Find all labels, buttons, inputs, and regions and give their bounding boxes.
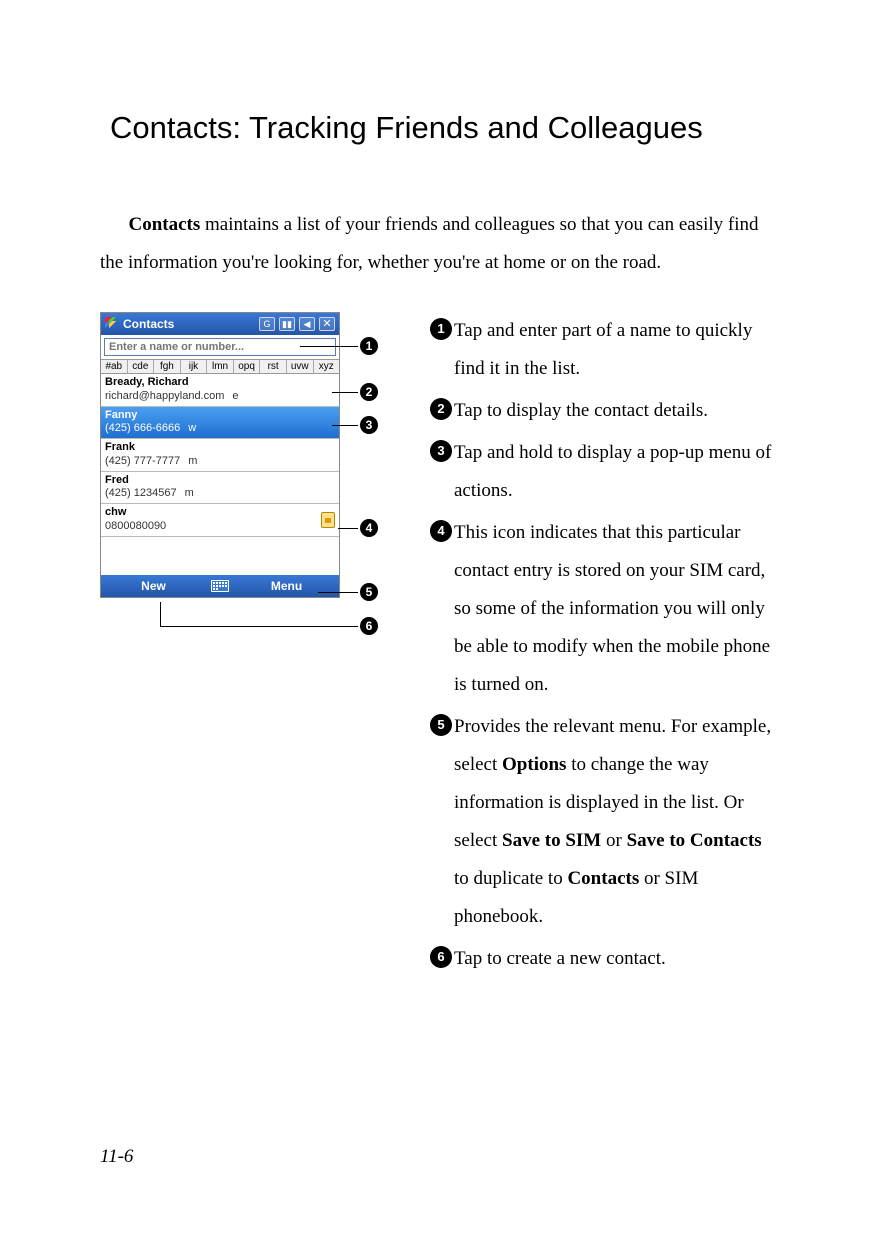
intro-bold: Contacts xyxy=(129,214,201,235)
alpha-tabbar[interactable]: #abcdefghijklmnopqrstuvwxyz xyxy=(101,359,339,374)
contact-name: Fred xyxy=(105,474,335,488)
description-number: 5 xyxy=(430,714,452,736)
description-text: Tap and hold to display a pop-up menu of… xyxy=(454,434,772,510)
contact-detail: (425) 777-7777m xyxy=(105,455,335,469)
menu-button[interactable]: Menu xyxy=(234,579,339,593)
alpha-tab[interactable]: rst xyxy=(260,360,287,373)
description-text: Tap to create a new contact. xyxy=(454,940,772,978)
callout-marker-1: 1 xyxy=(360,337,378,355)
contact-detail: (425) 1234567m xyxy=(105,487,335,501)
description-text: This icon indicates that this particular… xyxy=(454,514,772,704)
list-blank-area xyxy=(101,537,339,575)
contact-detail: 0800080090 xyxy=(105,520,335,534)
description-item: 3Tap and hold to display a pop-up menu o… xyxy=(430,434,772,510)
contacts-list: Bready, Richardrichard@happyland.comeFan… xyxy=(101,374,339,537)
titlebar: Contacts G ▮▮ ◀ ✕ xyxy=(101,313,339,335)
connection-g-icon[interactable]: G xyxy=(259,317,275,331)
description-number: 2 xyxy=(430,398,452,420)
page-number: 11-6 xyxy=(100,1146,133,1168)
contact-name: Fanny xyxy=(105,409,335,423)
description-number: 1 xyxy=(430,318,452,340)
bottom-bar: New Menu xyxy=(101,575,339,597)
close-icon[interactable]: ✕ xyxy=(319,317,335,331)
contact-row[interactable]: Bready, Richardrichard@happyland.come xyxy=(101,374,339,407)
alpha-tab[interactable]: fgh xyxy=(154,360,181,373)
search-row xyxy=(101,335,339,359)
callout-lead-5 xyxy=(318,592,358,593)
search-input[interactable] xyxy=(104,338,336,356)
description-item: 4This icon indicates that this particula… xyxy=(430,514,772,704)
callout-lead-6-h xyxy=(160,626,358,627)
contact-name: Frank xyxy=(105,441,335,455)
pocketpc-screenshot: Contacts G ▮▮ ◀ ✕ #abcdefghijklmnopqrstu… xyxy=(100,312,340,598)
description-text: Tap to display the contact details. xyxy=(454,392,772,430)
description-column: 1Tap and enter part of a name to quickly… xyxy=(430,312,772,982)
callout-lead-1 xyxy=(300,346,358,347)
contact-row[interactable]: chw0800080090 xyxy=(101,504,339,537)
callout-marker-6: 6 xyxy=(360,617,378,635)
callout-lead-2 xyxy=(332,392,358,393)
callout-marker-4: 4 xyxy=(360,519,378,537)
contact-row[interactable]: Fanny(425) 666-6666w xyxy=(101,407,339,440)
start-flag-icon[interactable] xyxy=(105,317,119,331)
alpha-tab[interactable]: lmn xyxy=(207,360,234,373)
alpha-tab[interactable]: opq xyxy=(234,360,261,373)
alpha-tab[interactable]: xyz xyxy=(314,360,340,373)
speaker-icon[interactable]: ◀ xyxy=(299,317,315,331)
contact-name: Bready, Richard xyxy=(105,376,335,390)
callout-lead-6-v xyxy=(160,602,161,626)
contact-row[interactable]: Frank(425) 777-7777m xyxy=(101,439,339,472)
description-number: 3 xyxy=(430,440,452,462)
contact-name: chw xyxy=(105,506,335,520)
callout-marker-3: 3 xyxy=(360,416,378,434)
alpha-tab[interactable]: #ab xyxy=(101,360,128,373)
description-item: 2Tap to display the contact details. xyxy=(430,392,772,430)
callout-marker-2: 2 xyxy=(360,383,378,401)
description-item: 1Tap and enter part of a name to quickly… xyxy=(430,312,772,388)
description-text: Tap and enter part of a name to quickly … xyxy=(454,312,772,388)
callout-lead-3 xyxy=(332,425,358,426)
callout-lead-4 xyxy=(338,528,358,529)
keyboard-icon[interactable] xyxy=(206,575,234,597)
alpha-tab[interactable]: ijk xyxy=(181,360,208,373)
description-item: 5Provides the relevant menu. For example… xyxy=(430,708,772,936)
description-number: 6 xyxy=(430,946,452,968)
description-text: Provides the relevant menu. For example,… xyxy=(454,708,772,936)
sim-card-icon xyxy=(321,512,335,528)
screenshot-column: Contacts G ▮▮ ◀ ✕ #abcdefghijklmnopqrstu… xyxy=(100,312,390,598)
alpha-tab[interactable]: uvw xyxy=(287,360,314,373)
intro-paragraph: Contacts maintains a list of your friend… xyxy=(100,206,772,282)
app-title: Contacts xyxy=(123,317,174,331)
signal-icon[interactable]: ▮▮ xyxy=(279,317,295,331)
contact-detail: (425) 666-6666w xyxy=(105,422,335,436)
page-title: Contacts: Tracking Friends and Colleague… xyxy=(100,110,772,146)
contact-row[interactable]: Fred(425) 1234567m xyxy=(101,472,339,505)
new-button[interactable]: New xyxy=(101,579,206,593)
alpha-tab[interactable]: cde xyxy=(128,360,155,373)
description-item: 6Tap to create a new contact. xyxy=(430,940,772,978)
contact-detail: richard@happyland.come xyxy=(105,390,335,404)
description-number: 4 xyxy=(430,520,452,542)
callout-marker-5: 5 xyxy=(360,583,378,601)
